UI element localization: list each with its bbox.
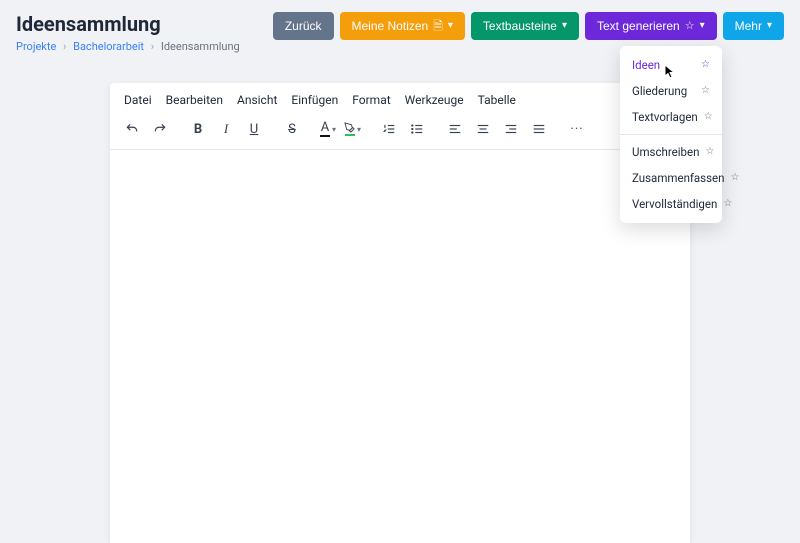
dropdown-item-label: Zusammenfassen xyxy=(632,171,725,185)
underline-icon[interactable]: U xyxy=(244,119,264,139)
menu-einfuegen[interactable]: Einfügen xyxy=(291,93,338,107)
page-title: Ideensammlung xyxy=(16,12,240,36)
generate-text-button[interactable]: Text generieren ☆ ▾ xyxy=(585,12,717,40)
undo-icon[interactable] xyxy=(122,119,142,139)
breadcrumb-item[interactable]: Projekte xyxy=(16,40,56,53)
text-blocks-button-label: Textbausteine xyxy=(483,19,557,33)
highlight-color-icon[interactable]: ▾ xyxy=(344,119,361,139)
italic-icon[interactable]: I xyxy=(216,119,236,139)
dropdown-item-textvorlagen[interactable]: Textvorlagen ☆ xyxy=(620,104,722,130)
chevron-down-icon: ▾ xyxy=(332,125,336,134)
more-button[interactable]: Mehr ▾ xyxy=(723,12,784,40)
dropdown-item-label: Textvorlagen xyxy=(632,110,698,124)
text-blocks-button[interactable]: Textbausteine ▾ xyxy=(471,12,579,40)
align-left-icon[interactable] xyxy=(445,119,465,139)
star-icon: ☆ xyxy=(731,173,740,183)
divider xyxy=(620,134,722,135)
dropdown-item-label: Vervollständigen xyxy=(632,197,717,211)
star-icon: ☆ xyxy=(685,21,695,32)
editor: Datei Bearbeiten Ansicht Einfügen Format… xyxy=(110,83,690,543)
chevron-down-icon: ▾ xyxy=(448,21,453,31)
menu-bearbeiten[interactable]: Bearbeiten xyxy=(166,93,223,107)
menu-datei[interactable]: Datei xyxy=(124,93,152,107)
notes-button[interactable]: Meine Notizen 🗎 ▾ xyxy=(340,12,465,40)
star-icon: ☆ xyxy=(723,199,732,209)
star-icon: ☆ xyxy=(701,60,710,70)
dropdown-item-umschreiben[interactable]: Umschreiben ☆ xyxy=(620,139,722,165)
chevron-down-icon: ▾ xyxy=(767,21,772,31)
chevron-right-icon: › xyxy=(63,40,66,53)
chevron-right-icon: › xyxy=(151,40,154,53)
star-icon: ☆ xyxy=(701,86,710,96)
dropdown-item-label: Ideen xyxy=(632,58,660,72)
align-right-icon[interactable] xyxy=(501,119,521,139)
more-tools-icon[interactable]: ··· xyxy=(567,119,587,139)
dropdown-item-zusammenfassen[interactable]: Zusammenfassen ☆ xyxy=(620,165,722,191)
generate-text-dropdown: Ideen ☆ Gliederung ☆ Textvorlagen ☆ Umsc… xyxy=(620,46,722,223)
editor-toolbar: B I U S A ▾ ▾ xyxy=(110,113,690,150)
unordered-list-icon[interactable] xyxy=(407,119,427,139)
generate-text-button-label: Text generieren xyxy=(597,19,680,33)
align-justify-icon[interactable] xyxy=(529,119,549,139)
redo-icon[interactable] xyxy=(150,119,170,139)
editor-canvas[interactable] xyxy=(110,150,690,543)
breadcrumb-item[interactable]: Bachelorarbeit xyxy=(73,40,144,53)
breadcrumb: Projekte › Bachelorarbeit › Ideensammlun… xyxy=(16,40,240,53)
chevron-down-icon: ▾ xyxy=(357,125,361,134)
chevron-down-icon: ▾ xyxy=(700,21,705,31)
ordered-list-icon[interactable] xyxy=(379,119,399,139)
align-center-icon[interactable] xyxy=(473,119,493,139)
star-icon: ☆ xyxy=(705,147,714,157)
menu-werkzeuge[interactable]: Werkzeuge xyxy=(405,93,464,107)
dropdown-item-gliederung[interactable]: Gliederung ☆ xyxy=(620,78,722,104)
chevron-down-icon: ▾ xyxy=(562,21,567,31)
menu-ansicht[interactable]: Ansicht xyxy=(237,93,277,107)
strikethrough-icon[interactable]: S xyxy=(282,119,302,139)
dropdown-item-label: Gliederung xyxy=(632,84,687,98)
dropdown-item-vervollstaendigen[interactable]: Vervollständigen ☆ xyxy=(620,191,722,217)
back-button[interactable]: Zurück xyxy=(273,12,334,40)
breadcrumb-item: Ideensammlung xyxy=(161,40,240,53)
bold-icon[interactable]: B xyxy=(188,119,208,139)
menu-tabelle[interactable]: Tabelle xyxy=(478,93,516,107)
dropdown-item-ideen[interactable]: Ideen ☆ xyxy=(620,52,722,78)
notes-button-label: Meine Notizen xyxy=(352,19,429,33)
dropdown-item-label: Umschreiben xyxy=(632,145,699,159)
more-button-label: Mehr xyxy=(735,19,762,33)
star-icon: ☆ xyxy=(704,112,713,122)
editor-menubar: Datei Bearbeiten Ansicht Einfügen Format… xyxy=(110,83,690,113)
back-button-label: Zurück xyxy=(285,19,322,33)
document-icon: 🗎 xyxy=(433,20,443,32)
text-color-icon[interactable]: A ▾ xyxy=(320,119,336,139)
menu-format[interactable]: Format xyxy=(352,93,390,107)
